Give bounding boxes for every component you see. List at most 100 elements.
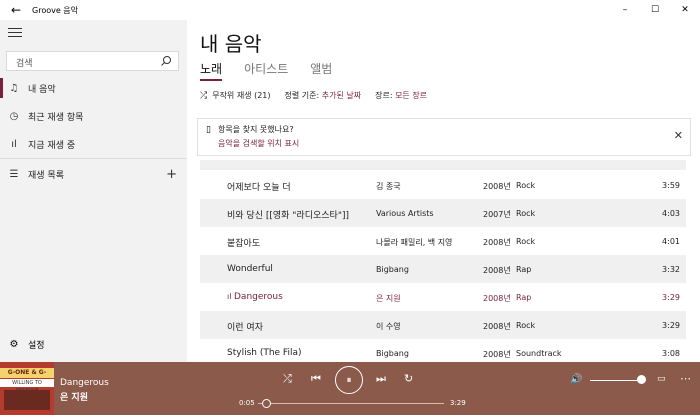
song-title: 붙잡아도 (227, 239, 261, 249)
song-genre: Rap (516, 265, 532, 274)
progress-bar[interactable] (258, 403, 444, 404)
sidebar-item-label: 재생 목록 (28, 170, 64, 181)
song-genre: Rap (516, 293, 532, 302)
sidebar-item-label: 지금 재생 중 (28, 140, 76, 151)
album-art[interactable]: G-ONE & G-CODE WILLING TO DESERVE (0, 362, 54, 415)
genre-dropdown[interactable]: 모든 장르 (395, 90, 427, 101)
song-duration: 3:32 (662, 265, 680, 274)
song-duration: 4:03 (662, 209, 680, 218)
notice-question: 항목을 찾지 못했나요? (218, 125, 294, 134)
mini-view-icon[interactable]: ▭ (657, 374, 666, 384)
player-bar: G-ONE & G-CODE WILLING TO DESERVE Danger… (0, 362, 700, 415)
sidebar-item-playlists[interactable]: ☰ 재생 목록 + (0, 160, 187, 188)
song-row[interactable]: Wonderful Bigbang 2008년 Rap 3:32 (200, 255, 686, 283)
shuffle-icon: ⤮ (200, 90, 208, 101)
gear-icon: ⚙ (9, 338, 19, 350)
song-year: 2008년 (483, 182, 511, 191)
song-genre: Rock (516, 321, 536, 330)
song-genre: Rock (516, 237, 536, 246)
song-row[interactable]: Stylish (The Fila) Bigbang 2008년 Soundtr… (200, 339, 686, 362)
list-top-row (200, 160, 686, 170)
song-list: 어제보다 오늘 더 김 종국 2008년 Rock 3:59 비와 당신 [[영… (200, 160, 686, 362)
song-duration: 4:01 (662, 237, 680, 246)
previous-button[interactable]: ⏮ (311, 372, 321, 386)
song-duration: 3:59 (662, 181, 680, 190)
notice-close-icon[interactable]: ✕ (674, 129, 683, 142)
search-icon[interactable] (160, 55, 172, 67)
sort-dropdown[interactable]: 추가된 날짜 (322, 90, 361, 101)
volume-slider-thumb[interactable] (637, 375, 646, 384)
more-options-icon[interactable]: ⋯ (680, 372, 691, 385)
choose-location-link[interactable]: 음악을 검색할 위치 표시 (218, 138, 299, 149)
song-year: 2008년 (483, 238, 511, 247)
minimize-button[interactable]: – (610, 0, 640, 20)
sidebar-item-label: 최근 재생 항목 (28, 112, 84, 123)
repeat-button[interactable]: ↻ (404, 372, 413, 385)
song-title: 비와 당신 [[영화 "라디오스타"]] (227, 211, 349, 221)
hamburger-menu-icon[interactable] (8, 28, 22, 40)
tab-albums[interactable]: 앨범 (310, 60, 332, 81)
next-button[interactable]: ⏭ (376, 372, 386, 386)
song-year: 2007년 (483, 210, 511, 219)
tab-bar: 노래 아티스트 앨범 (200, 60, 354, 81)
song-artist[interactable]: Bigbang (376, 265, 409, 274)
song-row[interactable]: 비와 당신 [[영화 "라디오스타"]] Various Artists 200… (200, 199, 686, 227)
shuffle-all-button[interactable]: 무작위 재생 (21) (212, 90, 270, 101)
sidebar-item-now-playing[interactable]: ıl 지금 재생 중 (0, 130, 187, 158)
back-arrow-icon[interactable]: ← (0, 0, 32, 20)
song-year: 2008년 (483, 350, 511, 359)
close-button[interactable]: ✕ (670, 0, 700, 20)
song-duration: 3:29 (662, 321, 680, 330)
song-artist[interactable]: Various Artists (376, 209, 434, 218)
main-content: 내 음악 노래 아티스트 앨범 ⤮ 무작위 재생 (21) 정렬 기준: 추가된… (187, 20, 700, 362)
album-art-text: WILLING TO DESERVE (0, 379, 54, 394)
tab-artists[interactable]: 아티스트 (244, 60, 288, 81)
settings-label: 설정 (28, 340, 45, 351)
toolbar: ⤮ 무작위 재생 (21) 정렬 기준: 추가된 날짜 장르: 모든 장르 (200, 90, 427, 101)
progress-slider-thumb[interactable] (262, 399, 271, 408)
elapsed-time: 0:05 (239, 399, 255, 407)
album-art-text: G-ONE & G-CODE (0, 368, 54, 386)
total-time: 3:29 (450, 399, 466, 407)
song-genre: Rock (516, 181, 536, 190)
song-artist[interactable]: Bigbang (376, 349, 409, 358)
settings-button[interactable]: ⚙ 설정 (0, 333, 187, 355)
song-row[interactable]: 이런 여자 이 수영 2008년 Rock 3:29 (200, 311, 686, 339)
song-artist[interactable]: 김 종국 (376, 181, 401, 192)
missing-music-notice: ▯ 항목을 찾지 못했나요? 음악을 검색할 위치 표시 ✕ (197, 118, 691, 156)
shuffle-button[interactable]: ⤮ (283, 372, 292, 386)
sidebar-item-recent[interactable]: ◷ 최근 재생 항목 (0, 102, 187, 130)
song-row[interactable]: 어제보다 오늘 더 김 종국 2008년 Rock 3:59 (200, 171, 686, 199)
song-title: Dangerous (227, 292, 283, 302)
pause-button[interactable]: ⏸ (335, 366, 363, 394)
search-input[interactable]: 검색 (6, 51, 179, 71)
music-note-icon: ♫ (9, 82, 19, 94)
volume-icon[interactable]: 🔊 (570, 374, 582, 385)
genre-label: 장르: (375, 91, 393, 100)
title-bar: ← Groove 음악 – ☐ ✕ (0, 0, 700, 20)
sidebar-divider (0, 158, 187, 159)
search-placeholder: 검색 (16, 59, 33, 69)
song-year: 2008년 (483, 294, 511, 303)
window-controls: – ☐ ✕ (610, 0, 700, 20)
tab-songs[interactable]: 노래 (200, 60, 223, 81)
song-title: Wonderful (227, 264, 273, 274)
now-playing-artist[interactable]: 은 지원 (60, 390, 88, 403)
clock-icon: ◷ (9, 110, 19, 122)
equalizer-icon: ıl (11, 138, 17, 150)
song-row[interactable]: 붙잡아도 나몰라 패밀리, 백 지영 2008년 Rock 4:01 (200, 227, 686, 255)
song-artist[interactable]: 이 수영 (376, 321, 401, 332)
song-genre: Soundtrack (516, 349, 562, 358)
song-row-now-playing[interactable]: Dangerous 은 지원 2008년 Rap 3:29 (200, 283, 686, 311)
song-title: Stylish (The Fila) (227, 348, 302, 358)
maximize-button[interactable]: ☐ (640, 0, 670, 20)
song-duration: 3:08 (662, 349, 680, 358)
volume-slider[interactable] (590, 380, 640, 381)
song-artist[interactable]: 은 지원 (376, 293, 401, 304)
song-artist[interactable]: 나몰라 패밀리, 백 지영 (376, 237, 452, 248)
sidebar-item-my-music[interactable]: ♫ 내 음악 (0, 74, 187, 102)
add-playlist-button[interactable]: + (166, 167, 177, 182)
phone-icon: ▯ (206, 125, 211, 135)
now-playing-title[interactable]: Dangerous (60, 378, 109, 388)
sidebar: 검색 ♫ 내 음악 ◷ 최근 재생 항목 ıl 지금 재생 중 ☰ 재생 목록 … (0, 20, 187, 362)
